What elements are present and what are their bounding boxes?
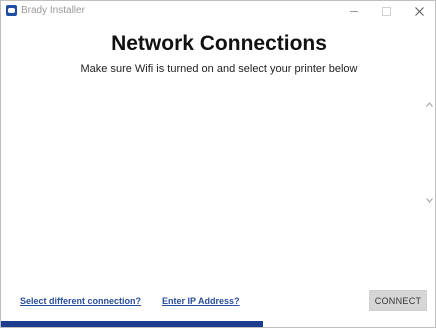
window-title: Brady Installer [21,5,85,16]
printer-list[interactable] [15,97,420,207]
close-icon [414,6,424,16]
page-subtitle: Make sure Wifi is turned on and select y… [80,63,358,75]
select-different-connection-link[interactable]: Select different connection? [20,295,141,307]
progress-bar-fill [1,321,263,327]
scroll-down-button[interactable] [424,195,434,205]
scroll-up-icon [425,101,433,107]
enter-ip-address-link[interactable]: Enter IP Address? [162,295,240,307]
scroll-up-button[interactable] [424,99,434,109]
maximize-icon [381,6,391,16]
maximize-button[interactable] [370,1,402,21]
installer-window: Brady Installer Network Connections Make… [0,0,436,328]
printer-list-scrollbar[interactable] [424,97,434,207]
title-bar[interactable]: Brady Installer [1,1,435,21]
page-title: Network Connections [111,32,327,55]
progress-bar [1,321,435,327]
connect-button[interactable]: CONNECT [369,290,427,311]
minimize-icon [350,10,358,12]
minimize-button[interactable] [338,1,370,21]
close-button[interactable] [403,1,435,21]
scroll-down-icon [425,197,433,203]
brady-app-icon [6,5,17,16]
